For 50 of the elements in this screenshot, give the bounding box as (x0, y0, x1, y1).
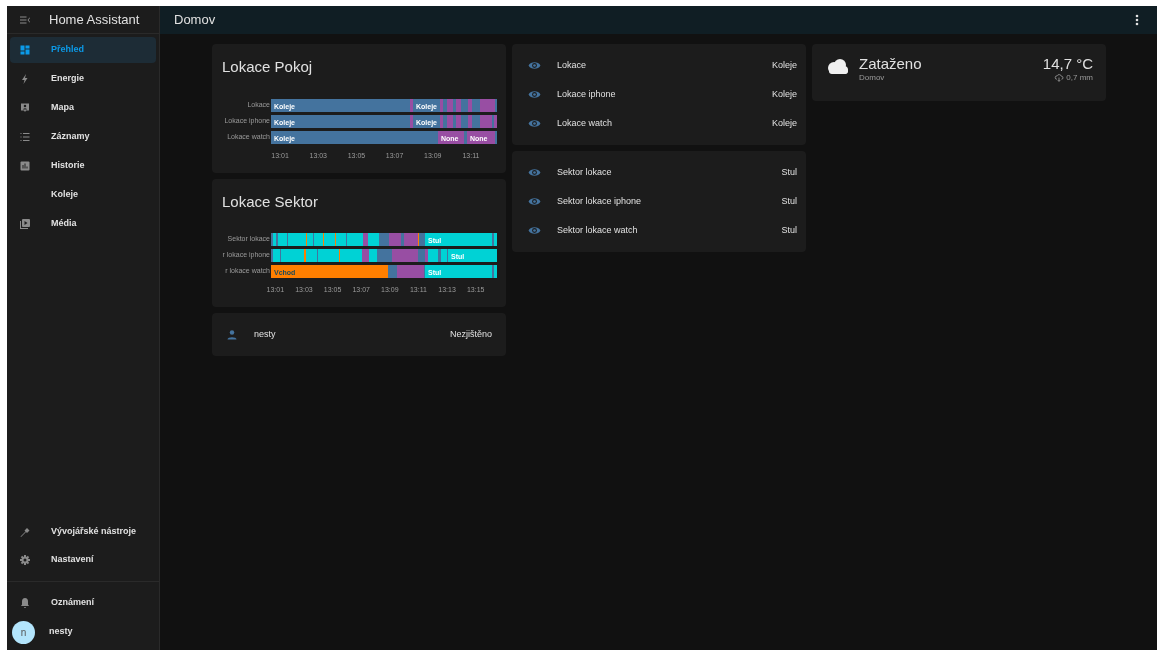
entity-name: Sektor lokace watch (557, 223, 639, 237)
card-title: Lokace Sektor (221, 191, 319, 212)
hammer-icon (19, 526, 31, 538)
entity-name: Sektor lokace (557, 165, 613, 179)
sidebar-item[interactable]: Záznamy (10, 124, 156, 150)
eye-icon (528, 88, 541, 101)
app-title: Home Assistant (49, 10, 140, 29)
bar-chart-icon (19, 160, 31, 172)
weather-condition: Zataženo (859, 55, 923, 72)
notifications-item[interactable]: Oznámení (7, 590, 159, 616)
entity-name: Sektor lokace iphone (557, 194, 643, 208)
sidebar-item[interactable]: Mapa (10, 95, 156, 121)
list-icon (19, 131, 31, 143)
sidebar-item[interactable]: Přehled (10, 37, 156, 63)
sidebar-item[interactable]: Média (10, 211, 156, 237)
map-person-icon (19, 102, 31, 114)
sidebar-item[interactable]: Energie (10, 66, 156, 92)
entity-state: Koleje (771, 87, 797, 101)
eye-icon (528, 195, 541, 208)
settings-icon (19, 554, 31, 566)
sidebar-item[interactable]: Vývojářské nástroje (10, 519, 156, 545)
entity-state: Stul (781, 194, 797, 208)
sidebar-item[interactable]: Historie (10, 153, 156, 179)
card-title: Lokace Pokoj (221, 57, 314, 77)
precipitation: 0,7 mm (1066, 72, 1093, 84)
eye-icon (528, 224, 541, 237)
entity-name: Lokace watch (557, 116, 614, 130)
eye-icon (528, 117, 541, 130)
avatar: n (12, 620, 35, 644)
entity-state: Koleje (771, 116, 797, 130)
bell-icon (19, 597, 31, 609)
person-name: nesty (254, 327, 277, 341)
entity-state: Stul (781, 165, 797, 179)
entity-state: Koleje (771, 58, 797, 72)
entity-state: Stul (781, 223, 797, 237)
weather-location: Domov (859, 72, 886, 84)
entity-name: Lokace iphone (557, 87, 617, 101)
page-title: Domov (174, 11, 216, 30)
person-state: Nezjištěno (449, 327, 492, 341)
sidebar-item[interactable]: Nastavení (10, 547, 156, 573)
temperature: 14,7 °C (1042, 55, 1093, 72)
dashboard-icon (19, 44, 31, 56)
user-profile-item[interactable]: n nesty (7, 619, 159, 645)
eye-icon (528, 166, 541, 179)
media-play-icon (19, 218, 31, 230)
entity-name: Lokace (557, 58, 588, 72)
eye-icon (528, 59, 541, 72)
sidebar-item[interactable]: Koleje (10, 182, 156, 208)
person-icon (226, 328, 238, 341)
more-menu-icon[interactable] (1135, 14, 1139, 26)
